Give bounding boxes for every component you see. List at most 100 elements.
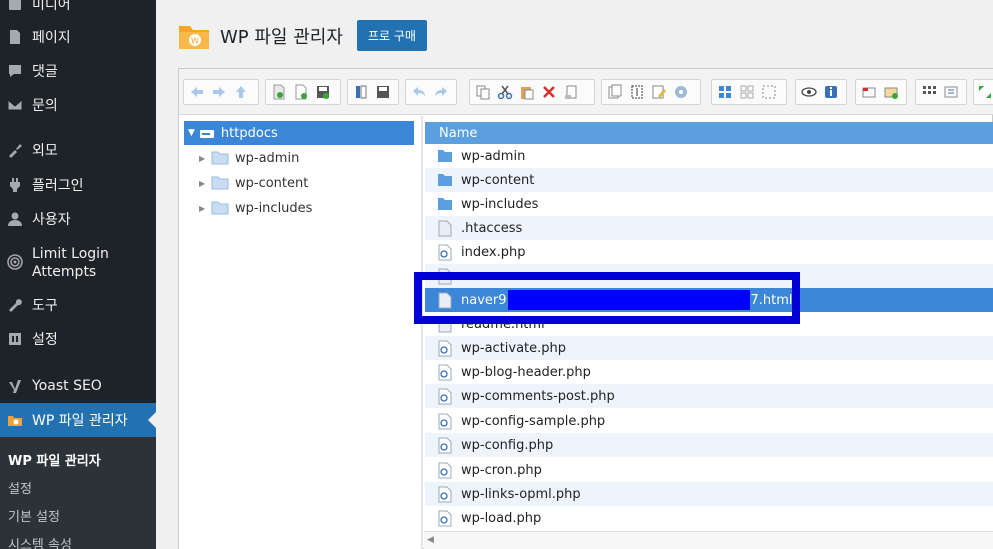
active-menu-arrow [148,412,156,428]
open-icon[interactable] [350,81,372,103]
redo-icon[interactable] [430,81,452,103]
file-row[interactable]: wp-links-opml.php [425,482,993,506]
submenu-item-file-manager[interactable]: WP 파일 관리자 [8,450,101,469]
tree-item-wp-content[interactable]: ▶ wp-content [199,173,308,193]
menu-item-settings[interactable]: 설정 [0,329,156,349]
file-row[interactable]: wp-config.php [425,433,993,457]
file-row[interactable]: wp-cron.php [425,458,993,482]
menu-item-comments[interactable]: 댓글 [0,61,156,81]
tree-root-httpdocs[interactable]: ▼ httpdocs [184,121,414,145]
php-file-icon [437,364,453,381]
menu-item-yoast[interactable]: Yoast SEO [0,376,156,396]
file-name: wp-admin [461,148,526,164]
php-file-icon [437,437,453,454]
toolbar-group-fullscreen [973,79,993,105]
file-list: Name wp-admin wp-content wp-includes .ht… [425,122,993,549]
file-row[interactable]: wp-activate.php [425,336,993,360]
copy-icon[interactable] [472,81,494,103]
undo-icon[interactable] [408,81,430,103]
file-name: wp-activate.php [461,340,567,356]
folder-icon [211,201,229,215]
chevron-down-icon[interactable]: ▼ [188,128,195,138]
submenu-item-settings[interactable]: 설정 [8,478,32,497]
file-row[interactable]: wp-admin [425,144,993,168]
archive-icon[interactable] [880,81,902,103]
cut-icon[interactable] [494,81,516,103]
file-row[interactable]: wp-blog-header.php [425,360,993,384]
toolbar-group-navigation [183,79,259,105]
file-name: index.php [461,244,526,260]
menu-label: WP 파일 관리자 [32,413,128,429]
duplicate-icon[interactable] [604,81,626,103]
rename-icon[interactable] [626,81,648,103]
comments-icon [6,62,24,80]
icons-view-icon[interactable] [714,81,736,103]
preview-icon[interactable] [798,81,820,103]
menu-item-media[interactable]: 미디어 [0,0,156,14]
resize-icon[interactable] [670,81,692,103]
up-icon[interactable] [230,81,252,103]
file-row[interactable]: wp-content [425,168,993,192]
chevron-right-icon[interactable]: ▶ [199,179,211,188]
menu-item-pages[interactable]: 페이지 [0,27,156,47]
pane-splitter[interactable] [421,116,423,549]
chevron-right-icon[interactable]: ▶ [199,204,211,213]
edit-icon[interactable] [648,81,670,103]
menu-item-wp-file-manager[interactable]: WP 파일 관리자 [0,403,156,437]
toolbar-group-create [265,79,341,105]
page-header: W WP 파일 관리자 프로 구매 [178,20,427,51]
file-row[interactable]: wp-comments-post.php [425,384,993,408]
php-file-icon [437,413,453,430]
chevron-right-icon[interactable]: ▶ [199,154,211,163]
file-row[interactable]: wp-includes [425,192,993,216]
file-row[interactable]: wp-load.php [425,506,993,530]
folder-icon [437,196,453,213]
menu-item-users[interactable]: 사용자 [0,209,156,229]
scroll-left-icon[interactable]: ◀ [427,535,434,545]
new-file-icon[interactable] [290,81,312,103]
grid-icon[interactable] [918,81,940,103]
php-file-icon [437,462,453,479]
column-header-name[interactable]: Name [425,122,993,144]
info-icon[interactable] [820,81,842,103]
back-icon[interactable] [186,81,208,103]
submenu-item-preferences[interactable]: 기본 설정 [8,506,60,525]
delete-icon[interactable] [538,81,560,103]
file-name: wp-config.php [461,437,554,453]
submenu-item-system-properties[interactable]: 시스템 속성 [8,534,72,549]
file-row[interactable]: .htaccess [425,216,993,240]
toolbar-group-layout [915,79,967,105]
folder-icon [437,148,453,165]
media-icon [6,0,24,13]
tree-item-wp-includes[interactable]: ▶ wp-includes [199,198,312,218]
menu-item-tools[interactable]: 도구 [0,295,156,315]
list-view-icon[interactable] [736,81,758,103]
menu-item-contact[interactable]: 문의 [0,95,156,115]
menu-label: 도구 [32,298,58,314]
appearance-icon [6,141,24,159]
new-folder-icon[interactable] [268,81,290,103]
users-icon [6,210,24,228]
menu-item-appearance[interactable]: 외모 [0,140,156,160]
file-row[interactable]: wp-config-sample.php [425,409,993,433]
buy-pro-button[interactable]: 프로 구매 [356,20,427,51]
file-name: wp-comments-post.php [461,388,615,404]
menu-item-limit-login[interactable]: Limit Login Attempts [0,245,156,283]
mail-icon [6,96,24,114]
sort-icon[interactable] [940,81,962,103]
empty-icon[interactable] [560,81,582,103]
horizontal-scrollbar[interactable]: ◀ [424,531,993,549]
fullscreen-icon[interactable] [976,81,993,103]
extract-icon[interactable] [858,81,880,103]
file-row[interactable]: index.php [425,240,993,264]
menu-item-plugins[interactable]: 플러그인 [0,175,156,195]
paste-icon[interactable] [516,81,538,103]
php-file-icon [437,340,453,357]
folder-tree: ▼ httpdocs ▶ wp-admin ▶ wp-content ▶ wp-… [179,116,421,549]
save-icon[interactable] [372,81,394,103]
upload-icon[interactable] [312,81,334,103]
forward-icon[interactable] [208,81,230,103]
tree-item-wp-admin[interactable]: ▶ wp-admin [199,148,299,168]
select-all-icon[interactable] [758,81,780,103]
admin-sidebar: 미디어 페이지 댓글 문의 외모 플러그인 사용자 Limit Login At… [0,0,156,549]
